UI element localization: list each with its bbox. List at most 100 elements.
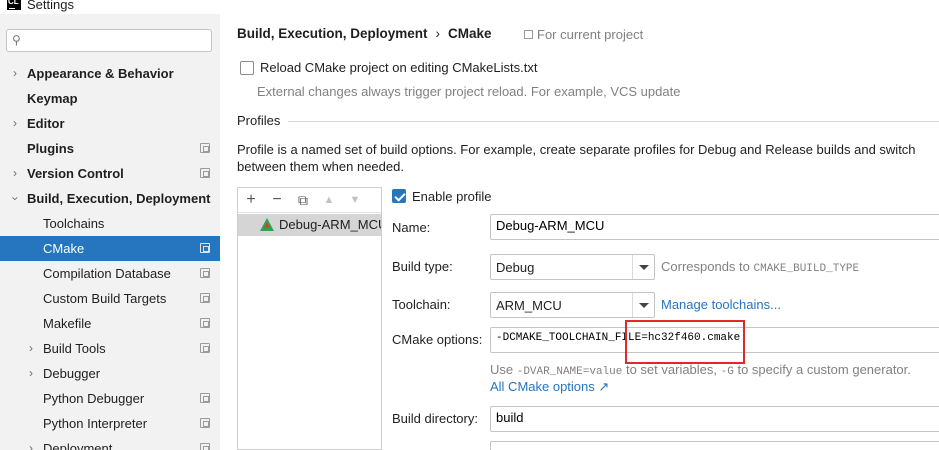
build-type-hint-code: CMAKE_BUILD_TYPE: [753, 263, 860, 275]
sidebar-item-label: Python Debugger: [43, 391, 145, 406]
profiles-description-line1: Profile is a named set of build options.…: [237, 142, 916, 157]
cmake-hint-code: -G: [720, 366, 734, 378]
build-type-hint: Corresponds to CMAKE_BUILD_TYPE: [661, 259, 859, 275]
build-directory-input[interactable]: [496, 410, 909, 425]
sidebar-item-makefile[interactable]: Makefile: [0, 311, 220, 336]
next-field-partial[interactable]: [490, 441, 939, 450]
for-current-project-label: For current project: [537, 27, 644, 42]
title-bar: CL Settings: [0, 0, 939, 14]
chevron-right-icon[interactable]: ›: [9, 61, 21, 86]
cmake-hint-text: to specify a custom generator.: [733, 362, 911, 377]
sidebar-item-build-execution-deployment[interactable]: › Build, Execution, Deployment: [0, 186, 220, 211]
build-directory-field[interactable]: [490, 406, 939, 432]
sidebar-item-label: Compilation Database: [43, 266, 171, 281]
build-type-select[interactable]: Debug: [490, 254, 655, 280]
sidebar-item-keymap[interactable]: Keymap: [0, 86, 220, 111]
chevron-down-icon[interactable]: ›: [3, 193, 28, 205]
cmake-hint-text: Use: [490, 362, 517, 377]
sidebar-item-deployment[interactable]: › Deployment: [0, 436, 220, 450]
sidebar-item-label: Python Interpreter: [43, 416, 148, 431]
sidebar-item-label: Version Control: [27, 166, 124, 181]
section-divider: [288, 121, 939, 122]
name-field[interactable]: [490, 214, 939, 240]
settings-search-box[interactable]: ⚲: [6, 29, 212, 52]
sidebar-item-toolchains[interactable]: Toolchains: [0, 211, 220, 236]
sidebar-item-label: Custom Build Targets: [43, 291, 167, 306]
enable-profile-label[interactable]: Enable profile: [412, 189, 492, 204]
project-scope-icon: [200, 268, 210, 278]
sidebar-item-appearance-behavior[interactable]: › Appearance & Behavior: [0, 61, 220, 86]
project-scope-icon: [524, 30, 533, 39]
sidebar-item-custom-build-targets[interactable]: Custom Build Targets: [0, 286, 220, 311]
remove-profile-button[interactable]: −: [268, 191, 286, 209]
sidebar-item-build-tools[interactable]: › Build Tools: [0, 336, 220, 361]
project-scope-icon: [200, 443, 210, 450]
add-profile-button[interactable]: +: [242, 191, 260, 209]
project-scope-icon: [200, 168, 210, 178]
sidebar-item-label: CMake: [43, 241, 85, 256]
sidebar-item-compilation-database[interactable]: Compilation Database: [0, 261, 220, 286]
sidebar-item-label: Toolchains: [43, 216, 105, 231]
cmake-options-hint: Use -DVAR_NAME=value to set variables, -…: [490, 362, 911, 378]
name-input[interactable]: [496, 218, 909, 233]
toolchain-label: Toolchain:: [392, 297, 451, 312]
sidebar-item-version-control[interactable]: › Version Control: [0, 161, 220, 186]
profiles-toolbar: + − ⧉ ▲ ▼: [238, 188, 381, 213]
sidebar-item-label: Debugger: [43, 366, 101, 381]
sidebar-item-label: Makefile: [43, 316, 92, 331]
profile-list-item-label: Debug-ARM_MCU: [279, 217, 381, 232]
sidebar-item-python-interpreter[interactable]: Python Interpreter: [0, 411, 220, 436]
toolchain-value: ARM_MCU: [496, 298, 562, 313]
build-directory-label: Build directory:: [392, 411, 478, 426]
project-scope-icon: [200, 393, 210, 403]
sidebar-item-python-debugger[interactable]: Python Debugger: [0, 386, 220, 411]
chevron-right-icon[interactable]: ›: [9, 161, 21, 186]
cmake-hint-text: to set variables,: [622, 362, 721, 377]
reload-cmake-hint: External changes always trigger project …: [257, 84, 681, 99]
move-up-button[interactable]: ▲: [320, 191, 338, 209]
project-scope-icon: [200, 418, 210, 428]
search-input[interactable]: [31, 31, 207, 50]
sidebar-item-label: Keymap: [27, 91, 78, 106]
reload-cmake-label[interactable]: Reload CMake project on editing CMakeLis…: [260, 60, 537, 75]
move-down-button[interactable]: ▼: [346, 191, 364, 209]
sidebar-item-debugger[interactable]: › Debugger: [0, 361, 220, 386]
chevron-right-icon[interactable]: ›: [9, 111, 21, 136]
chevron-right-icon[interactable]: ›: [25, 361, 37, 386]
cmake-hint-code: -DVAR_NAME=value: [516, 366, 623, 378]
annotation-highlight-box: [625, 320, 745, 364]
clion-app-icon: CL: [7, 0, 21, 10]
all-cmake-options-link[interactable]: All CMake options ↗: [490, 379, 609, 395]
profile-list-item[interactable]: Debug-ARM_MCU: [238, 214, 381, 236]
breadcrumb: Build, Execution, Deployment › CMake: [237, 26, 492, 41]
toolchain-select[interactable]: ARM_MCU: [490, 292, 655, 318]
sidebar-item-editor[interactable]: › Editor: [0, 111, 220, 136]
chevron-down-icon[interactable]: [632, 255, 654, 279]
sidebar-item-label: Appearance & Behavior: [27, 66, 174, 81]
sidebar-item-label: Plugins: [27, 141, 74, 156]
project-scope-icon: [200, 318, 210, 328]
sidebar-item-label: Build Tools: [43, 341, 106, 356]
chevron-down-icon[interactable]: [632, 293, 654, 317]
enable-profile-checkbox[interactable]: [392, 189, 406, 203]
sidebar-item-label: Deployment: [43, 441, 113, 450]
profiles-description-line2: between them when needed.: [237, 159, 404, 174]
sidebar-item-plugins[interactable]: Plugins: [0, 136, 220, 161]
breadcrumb-current: CMake: [448, 26, 492, 41]
window-title: Settings: [27, 0, 74, 12]
sidebar-item-cmake[interactable]: CMake: [0, 236, 220, 261]
profiles-list: + − ⧉ ▲ ▼ Debug-ARM_MCU: [237, 187, 382, 450]
manage-toolchains-link[interactable]: Manage toolchains...: [661, 297, 781, 312]
chevron-right-icon[interactable]: ›: [25, 436, 37, 450]
cmake-options-label: CMake options:: [392, 332, 483, 347]
breadcrumb-separator: ›: [435, 26, 441, 41]
sidebar-item-label: Build, Execution, Deployment: [27, 191, 211, 206]
copy-profile-button[interactable]: ⧉: [294, 191, 312, 209]
project-scope-icon: [200, 293, 210, 303]
reload-cmake-checkbox[interactable]: [240, 61, 254, 75]
breadcrumb-parent[interactable]: Build, Execution, Deployment: [237, 26, 428, 41]
for-current-project-note: For current project: [524, 27, 643, 42]
name-label: Name:: [392, 220, 431, 235]
chevron-right-icon[interactable]: ›: [25, 336, 37, 361]
search-icon: ⚲: [12, 33, 21, 47]
